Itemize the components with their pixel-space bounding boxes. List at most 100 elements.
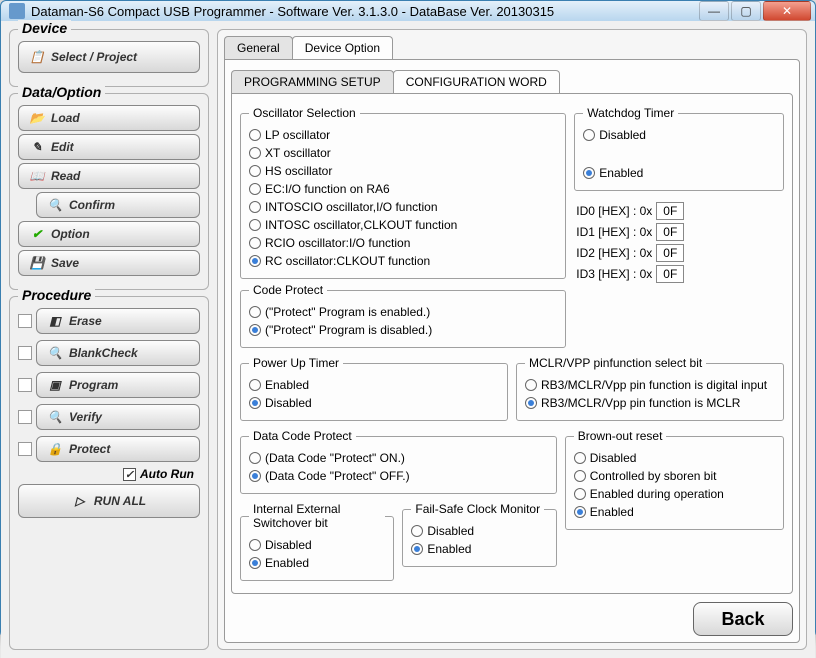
- run-all-button[interactable]: ▷ RUN ALL: [18, 484, 200, 518]
- tab-programming-setup[interactable]: PROGRAMMING SETUP: [231, 70, 394, 93]
- auto-run-row: ✓ Auto Run: [18, 467, 200, 481]
- folder-open-icon: 📂: [29, 110, 45, 126]
- program-button[interactable]: ▣ Program: [36, 372, 200, 398]
- put-disabled[interactable]: Disabled: [249, 394, 499, 412]
- id1-input[interactable]: [656, 223, 684, 241]
- protect-button[interactable]: 🔒 Protect: [36, 436, 200, 462]
- auto-run-checkbox[interactable]: ✓: [123, 468, 136, 481]
- osc-rcio[interactable]: RCIO oscillator:I/O function: [249, 234, 557, 252]
- osc-lp[interactable]: LP oscillator: [249, 126, 557, 144]
- read-label: Read: [51, 169, 80, 183]
- osc-hs[interactable]: HS oscillator: [249, 162, 557, 180]
- osc-rc[interactable]: RC oscillator:CLKOUT function: [249, 252, 557, 270]
- window-title: Dataman-S6 Compact USB Programmer - Soft…: [31, 4, 699, 19]
- select-project-label: Select / Project: [51, 50, 137, 64]
- client-area: Device 📋 Select / Project Data/Option 📂 …: [1, 21, 815, 658]
- load-button[interactable]: 📂 Load: [18, 105, 200, 131]
- verify-button[interactable]: 🔍 Verify: [36, 404, 200, 430]
- dcp-on[interactable]: (Data Code "Protect" ON.): [249, 449, 548, 467]
- maximize-button[interactable]: ▢: [731, 1, 761, 21]
- data-option-title: Data/Option: [18, 84, 105, 100]
- ies-group: Internal External Switchover bit Disable…: [240, 502, 394, 581]
- disk-icon: 💾: [29, 255, 45, 271]
- id2-input[interactable]: [656, 244, 684, 262]
- select-project-button[interactable]: 📋 Select / Project: [18, 41, 200, 73]
- edit-button[interactable]: ✎ Edit: [18, 134, 200, 160]
- program-checkbox[interactable]: [18, 378, 32, 392]
- magnifier-icon: 🔍: [47, 345, 63, 361]
- fscm-disabled[interactable]: Disabled: [411, 522, 547, 540]
- mclr-legend: MCLR/VPP pinfunction select bit: [525, 356, 706, 370]
- code-protect-enabled[interactable]: ("Protect" Program is enabled.): [249, 303, 557, 321]
- play-icon: ▷: [72, 493, 88, 509]
- protect-checkbox[interactable]: [18, 442, 32, 456]
- ies-enabled[interactable]: Enabled: [249, 554, 385, 572]
- id0-input[interactable]: [656, 202, 684, 220]
- osc-xt[interactable]: XT oscillator: [249, 144, 557, 162]
- put-legend: Power Up Timer: [249, 356, 343, 370]
- magnifier-icon: 🔍: [47, 197, 63, 213]
- subtabs: PROGRAMMING SETUP CONFIGURATION WORD: [231, 70, 793, 93]
- erase-button[interactable]: ◧ Erase: [36, 308, 200, 334]
- option-button[interactable]: ✔ Option: [18, 221, 200, 247]
- procedure-group: Procedure ◧ Erase 🔍 BlankCheck ▣ Program: [9, 296, 209, 650]
- back-button[interactable]: Back: [693, 602, 793, 636]
- confirm-button[interactable]: 🔍 Confirm: [36, 192, 200, 218]
- bor-legend: Brown-out reset: [574, 429, 667, 443]
- data-option-group: Data/Option 📂 Load ✎ Edit 📖 Read 🔍 Confi…: [9, 93, 209, 290]
- device-option-body: PROGRAMMING SETUP CONFIGURATION WORD Osc…: [224, 59, 800, 643]
- pencil-icon: ✎: [29, 139, 45, 155]
- bor-during[interactable]: Enabled during operation: [574, 485, 775, 503]
- oscillator-selection-group: Oscillator Selection LP oscillator XT os…: [240, 106, 566, 279]
- mclr-mclr[interactable]: RB3/MCLR/Vpp pin function is MCLR: [525, 394, 775, 412]
- brown-out-reset-group: Brown-out reset Disabled Controlled by s…: [565, 429, 784, 530]
- osc-ec[interactable]: EC:I/O function on RA6: [249, 180, 557, 198]
- book-icon: 📖: [29, 168, 45, 184]
- code-protect-group: Code Protect ("Protect" Program is enabl…: [240, 283, 566, 348]
- oscillator-legend: Oscillator Selection: [249, 106, 360, 120]
- ies-disabled[interactable]: Disabled: [249, 536, 385, 554]
- top-tabs: General Device Option: [224, 36, 800, 59]
- put-enabled[interactable]: Enabled: [249, 376, 499, 394]
- fscm-group: Fail-Safe Clock Monitor Disabled Enabled: [402, 502, 556, 567]
- save-button[interactable]: 💾 Save: [18, 250, 200, 276]
- tab-general[interactable]: General: [224, 36, 293, 59]
- check-circle-icon: ✔: [29, 226, 45, 242]
- blankcheck-checkbox[interactable]: [18, 346, 32, 360]
- tab-configuration-word[interactable]: CONFIGURATION WORD: [393, 70, 560, 93]
- lock-icon: 🔒: [47, 441, 63, 457]
- data-code-protect-group: Data Code Protect (Data Code "Protect" O…: [240, 429, 557, 494]
- mclr-digital[interactable]: RB3/MCLR/Vpp pin function is digital inp…: [525, 376, 775, 394]
- dcp-legend: Data Code Protect: [249, 429, 356, 443]
- watchdog-enabled[interactable]: Enabled: [583, 164, 775, 182]
- window-buttons: — ▢ ✕: [699, 1, 811, 21]
- fscm-enabled[interactable]: Enabled: [411, 540, 547, 558]
- read-button[interactable]: 📖 Read: [18, 163, 200, 189]
- erase-checkbox[interactable]: [18, 314, 32, 328]
- code-protect-disabled[interactable]: ("Protect" Program is disabled.): [249, 321, 557, 339]
- id3-input[interactable]: [656, 265, 684, 283]
- titlebar[interactable]: Dataman-S6 Compact USB Programmer - Soft…: [1, 1, 815, 21]
- dcp-off[interactable]: (Data Code "Protect" OFF.): [249, 467, 548, 485]
- osc-intoscio[interactable]: INTOSCIO oscillator,I/O function: [249, 198, 557, 216]
- device-group: Device 📋 Select / Project: [9, 29, 209, 87]
- bor-sboren[interactable]: Controlled by sboren bit: [574, 467, 775, 485]
- program-label: Program: [69, 378, 118, 392]
- configuration-word-panel: Oscillator Selection LP oscillator XT os…: [231, 93, 793, 594]
- magnifier-icon: 🔍: [47, 409, 63, 425]
- tab-device-option[interactable]: Device Option: [292, 36, 393, 59]
- eraser-icon: ◧: [47, 313, 63, 329]
- bor-enabled[interactable]: Enabled: [574, 503, 775, 521]
- load-label: Load: [51, 111, 80, 125]
- id2-row: ID2 [HEX] : 0x: [576, 244, 782, 262]
- blankcheck-button[interactable]: 🔍 BlankCheck: [36, 340, 200, 366]
- osc-intosc[interactable]: INTOSC oscillator,CLKOUT function: [249, 216, 557, 234]
- minimize-button[interactable]: —: [699, 1, 729, 21]
- bor-disabled[interactable]: Disabled: [574, 449, 775, 467]
- close-button[interactable]: ✕: [763, 1, 811, 21]
- sidebar: Device 📋 Select / Project Data/Option 📂 …: [9, 29, 209, 650]
- verify-checkbox[interactable]: [18, 410, 32, 424]
- erase-label: Erase: [69, 314, 102, 328]
- watchdog-disabled[interactable]: Disabled: [583, 126, 775, 144]
- ies-legend: Internal External Switchover bit: [249, 502, 385, 530]
